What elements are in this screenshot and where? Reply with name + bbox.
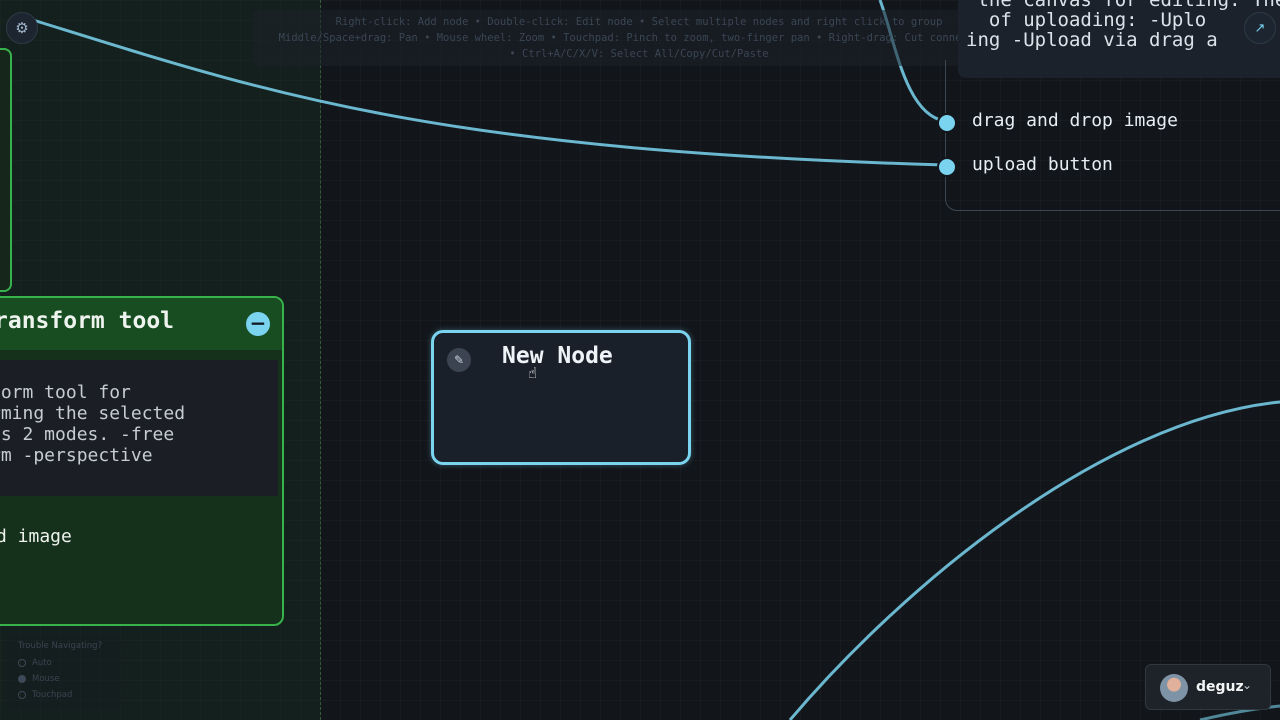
node-description[interactable]: the canvas for editing. The of uploading… — [958, 0, 1280, 78]
chevron-down-icon: ⌄ — [1242, 678, 1253, 692]
radio-option-mouse[interactable]: Mouse — [18, 674, 60, 684]
navigation-help-heading: Trouble Navigating? — [18, 641, 103, 651]
keyboard-shortcuts-help: Right-click: Add node • Double-click: Ed… — [253, 10, 1025, 66]
radio-label: Auto — [32, 658, 52, 668]
node-title: ransform tool — [0, 308, 175, 334]
node-port-label: d image — [0, 526, 72, 547]
node-title: New Node — [502, 343, 613, 369]
collapse-button[interactable]: − — [246, 312, 270, 336]
radio-option-touchpad[interactable]: Touchpad — [18, 690, 72, 700]
node-header[interactable]: ransform tool − — [0, 298, 282, 350]
expand-button[interactable]: ↗ — [1244, 12, 1276, 44]
user-menu-button[interactable]: deguz ⌄ — [1145, 664, 1271, 710]
node-card-partial[interactable] — [0, 48, 12, 292]
help-line: Middle/Space+drag: Pan • Mouse wheel: Zo… — [278, 32, 1000, 44]
radio-button[interactable] — [18, 675, 26, 683]
input-port[interactable] — [937, 157, 957, 177]
navigation-mode-panel: Trouble Navigating? Auto Mouse Touchpad — [6, 634, 122, 710]
pencil-icon[interactable]: ✎ — [447, 348, 471, 372]
settings-button[interactable]: ⚙ — [6, 12, 38, 44]
avatar — [1160, 674, 1188, 702]
hand-cursor-icon: ☝ — [528, 364, 538, 382]
help-line: • Ctrl+A/C/X/V: Select All/Copy/Cut/Past… — [509, 48, 769, 60]
radio-label: Touchpad — [32, 690, 73, 700]
help-line: Right-click: Add node • Double-click: Ed… — [335, 16, 943, 28]
gear-icon: ⚙ — [15, 19, 29, 37]
port-label-drag-drop: drag and drop image — [972, 110, 1178, 131]
node-card-upload[interactable] — [945, 60, 1280, 211]
expand-arrow-icon: ↗ — [1254, 20, 1266, 36]
user-name: deguz — [1196, 679, 1244, 695]
radio-label: Mouse — [32, 674, 60, 684]
node-card-transform-tool[interactable]: ransform tool − form tool for rming the … — [0, 296, 284, 626]
radio-button[interactable] — [18, 691, 26, 699]
radio-button[interactable] — [18, 659, 26, 667]
port-label-upload-button: upload button — [972, 154, 1113, 175]
radio-option-auto[interactable]: Auto — [18, 658, 52, 668]
node-description[interactable]: form tool for rming the selected ns 2 mo… — [0, 360, 278, 496]
node-card-new-node[interactable]: ✎ New Node — [431, 330, 691, 465]
input-port[interactable] — [937, 113, 957, 133]
